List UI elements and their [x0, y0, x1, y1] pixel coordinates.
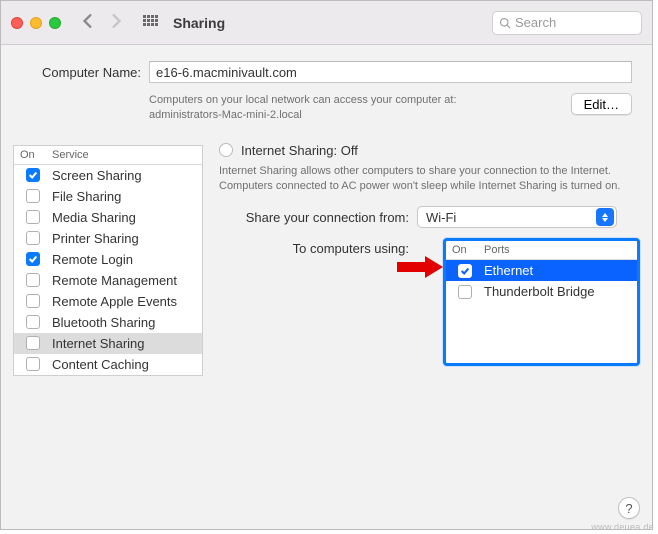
- computer-name-input[interactable]: [149, 61, 632, 83]
- preferences-window: Sharing Search Computer Name: Computers …: [0, 0, 653, 530]
- services-header-on: On: [20, 149, 46, 161]
- ports-header-ports: Ports: [484, 244, 510, 256]
- close-window-button[interactable]: [11, 17, 23, 29]
- port-label: Ethernet: [484, 263, 533, 278]
- share-from-select[interactable]: Wi-Fi: [417, 206, 617, 228]
- service-row[interactable]: Remote Login: [14, 249, 202, 270]
- share-from-label: Share your connection from:: [219, 210, 409, 225]
- service-label: Bluetooth Sharing: [52, 315, 155, 330]
- service-label: Screen Sharing: [52, 168, 142, 183]
- nav-arrows: [81, 14, 123, 31]
- search-placeholder: Search: [515, 15, 556, 30]
- dropdown-caret-icon: [596, 208, 614, 226]
- computer-name-row: Computer Name:: [1, 45, 652, 89]
- search-icon: [499, 17, 511, 29]
- service-row[interactable]: Remote Management: [14, 270, 202, 291]
- service-row[interactable]: Screen Sharing: [14, 165, 202, 186]
- port-row[interactable]: Ethernet: [446, 260, 637, 281]
- port-row[interactable]: Thunderbolt Bridge: [446, 281, 637, 302]
- ports-header-on: On: [452, 244, 478, 256]
- help-button[interactable]: ?: [618, 497, 640, 519]
- port-checkbox[interactable]: [458, 264, 472, 278]
- service-label: Remote Apple Events: [52, 294, 177, 309]
- titlebar: Sharing Search: [1, 1, 652, 45]
- service-row[interactable]: Bluetooth Sharing: [14, 312, 202, 333]
- service-checkbox[interactable]: [26, 252, 40, 266]
- back-button[interactable]: [81, 14, 95, 31]
- internet-sharing-toggle[interactable]: [219, 143, 233, 157]
- window-title: Sharing: [173, 15, 225, 31]
- service-checkbox[interactable]: [26, 168, 40, 182]
- computer-name-label: Computer Name:: [21, 65, 141, 80]
- service-checkbox[interactable]: [26, 336, 40, 350]
- port-label: Thunderbolt Bridge: [484, 284, 595, 299]
- service-checkbox[interactable]: [26, 231, 40, 245]
- detail-title: Internet Sharing: Off: [241, 143, 358, 158]
- service-row[interactable]: Internet Sharing: [14, 333, 202, 354]
- services-header: On Service: [14, 146, 202, 165]
- ports-header: On Ports: [446, 241, 637, 260]
- service-checkbox[interactable]: [26, 357, 40, 371]
- detail-pane: Internet Sharing: Off Internet Sharing a…: [219, 137, 640, 367]
- computer-name-hint-row: Computers on your local network can acce…: [1, 89, 652, 137]
- service-row[interactable]: Media Sharing: [14, 207, 202, 228]
- search-input[interactable]: Search: [492, 11, 642, 35]
- edit-hostname-button[interactable]: Edit…: [571, 93, 632, 115]
- share-from-value: Wi-Fi: [426, 210, 456, 225]
- service-checkbox[interactable]: [26, 294, 40, 308]
- share-from-row: Share your connection from: Wi-Fi: [219, 206, 640, 228]
- computer-name-hint: Computers on your local network can acce…: [149, 93, 563, 123]
- service-label: File Sharing: [52, 189, 121, 204]
- service-label: Content Caching: [52, 357, 149, 372]
- service-checkbox[interactable]: [26, 189, 40, 203]
- service-row[interactable]: Remote Apple Events: [14, 291, 202, 312]
- service-label: Printer Sharing: [52, 231, 139, 246]
- window-controls: [11, 17, 61, 29]
- ports-list: On Ports Ethernet Thunderbolt Bridge: [443, 238, 640, 366]
- services-list: On Service Screen Sharing File Sharing Med…: [13, 145, 203, 376]
- service-row[interactable]: Content Caching: [14, 354, 202, 375]
- show-all-icon[interactable]: [143, 15, 159, 31]
- services-header-service: Service: [52, 149, 89, 161]
- forward-button[interactable]: [109, 14, 123, 31]
- service-label: Media Sharing: [52, 210, 136, 225]
- service-checkbox[interactable]: [26, 315, 40, 329]
- port-checkbox[interactable]: [458, 285, 472, 299]
- service-label: Remote Management: [52, 273, 177, 288]
- service-checkbox[interactable]: [26, 210, 40, 224]
- watermark: www.deuea.de: [591, 522, 654, 532]
- service-row[interactable]: Printer Sharing: [14, 228, 202, 249]
- detail-description: Internet Sharing allows other computers …: [219, 164, 640, 195]
- service-label: Remote Login: [52, 252, 133, 267]
- to-ports-label: To computers using:: [219, 238, 409, 256]
- callout-arrow: [409, 238, 443, 256]
- service-row[interactable]: File Sharing: [14, 186, 202, 207]
- service-label: Internet Sharing: [52, 336, 145, 351]
- minimize-window-button[interactable]: [30, 17, 42, 29]
- service-checkbox[interactable]: [26, 273, 40, 287]
- zoom-window-button[interactable]: [49, 17, 61, 29]
